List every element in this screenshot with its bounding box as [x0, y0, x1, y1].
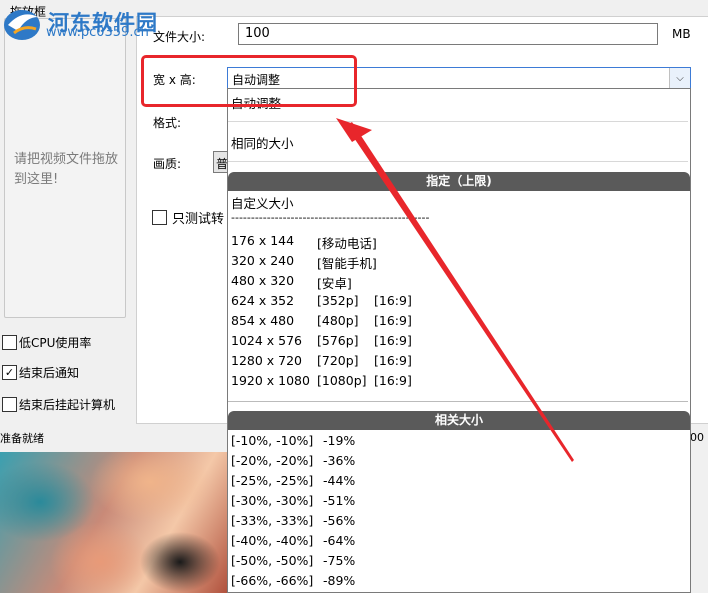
notify-option[interactable]: ✓ 结束后通知	[2, 364, 79, 381]
divider	[228, 161, 688, 162]
relative-percent: -64%	[323, 533, 356, 548]
divider	[228, 121, 688, 122]
background-artwork	[0, 452, 228, 593]
relative-range: [-10%, -10%]	[231, 433, 314, 448]
notify-checkbox[interactable]: ✓	[2, 365, 17, 380]
highlight-box	[141, 55, 357, 107]
relative-range: [-50%, -50%]	[231, 553, 314, 568]
background-edge	[691, 440, 708, 593]
group-header-relative: 相关大小	[228, 411, 690, 430]
size-resolution: 1920 x 1080	[231, 373, 310, 388]
format-label: 格式:	[153, 116, 182, 130]
file-size-label: 文件大小:	[153, 30, 206, 44]
size-resolution: 320 x 240	[231, 253, 295, 268]
size-tag: [1080p]	[317, 373, 367, 388]
status-right-fragment: 00	[690, 431, 704, 444]
option-custom-size[interactable]: 自定义大小	[231, 193, 294, 212]
size-tag: [安卓]	[317, 276, 352, 291]
hibernate-label: 结束后挂起计算机	[19, 398, 116, 412]
relative-range: [-40%, -40%]	[231, 533, 314, 548]
size-ratio: [16:9]	[374, 333, 412, 348]
hibernate-option[interactable]: 结束后挂起计算机	[2, 396, 115, 413]
resolution-dropdown-list[interactable]: 自动调整 相同的大小 指定（上限) 自定义大小 ----------------…	[227, 88, 691, 593]
relative-percent: -75%	[323, 553, 356, 568]
size-ratio: [16:9]	[374, 293, 412, 308]
dash-divider: ----------------------------------------…	[231, 211, 430, 224]
test-only-checkbox[interactable]	[152, 210, 167, 225]
file-size-unit: MB	[672, 27, 691, 41]
size-resolution: 854 x 480	[231, 313, 295, 328]
relative-range: [-20%, -20%]	[231, 453, 314, 468]
low-cpu-label: 低CPU使用率	[19, 336, 92, 350]
quality-label: 画质:	[153, 157, 182, 171]
relative-percent: -51%	[323, 493, 356, 508]
logo-url: www.pc0359.cn	[46, 25, 149, 40]
size-ratio: [16:9]	[374, 353, 412, 368]
size-ratio: [16:9]	[374, 373, 412, 388]
relative-range: [-25%, -25%]	[231, 473, 314, 488]
relative-range: [-30%, -30%]	[231, 493, 314, 508]
size-tag: [移动电话]	[317, 236, 377, 251]
size-resolution: 1024 x 576	[231, 333, 303, 348]
test-only-label: 只测试转	[172, 212, 225, 227]
relative-percent: -44%	[323, 473, 356, 488]
relative-percent: -56%	[323, 513, 356, 528]
relative-range: [-66%, -66%]	[231, 573, 314, 588]
logo-icon	[4, 10, 40, 40]
notify-label: 结束后通知	[19, 366, 80, 380]
file-size-input[interactable]: 100	[238, 23, 658, 45]
size-tag: [480p]	[317, 313, 359, 328]
drop-zone-text: 请把视频文件拖放到这里!	[14, 152, 119, 187]
size-resolution: 624 x 352	[231, 293, 295, 308]
status-text: 准备就绪	[0, 432, 44, 445]
relative-percent: -89%	[323, 573, 356, 588]
size-tag: [智能手机]	[317, 256, 377, 271]
low-cpu-option[interactable]: 低CPU使用率	[2, 334, 91, 351]
relative-percent: -36%	[323, 453, 356, 468]
size-resolution: 1280 x 720	[231, 353, 303, 368]
size-ratio: [16:9]	[374, 313, 412, 328]
size-resolution: 176 x 144	[231, 233, 295, 248]
test-only-option[interactable]: 只测试转	[152, 208, 224, 227]
size-tag: [576p]	[317, 333, 359, 348]
size-resolution: 480 x 320	[231, 273, 295, 288]
low-cpu-checkbox[interactable]	[2, 335, 17, 350]
size-tag: [352p]	[317, 293, 359, 308]
group-header-specified: 指定（上限)	[228, 172, 690, 191]
relative-percent: -19%	[323, 433, 356, 448]
relative-range: [-33%, -33%]	[231, 513, 314, 528]
divider	[228, 401, 688, 402]
size-tag: [720p]	[317, 353, 359, 368]
hibernate-checkbox[interactable]	[2, 397, 17, 412]
chevron-down-icon[interactable]: ⌵	[669, 68, 690, 88]
option-same-size[interactable]: 相同的大小	[231, 133, 294, 152]
